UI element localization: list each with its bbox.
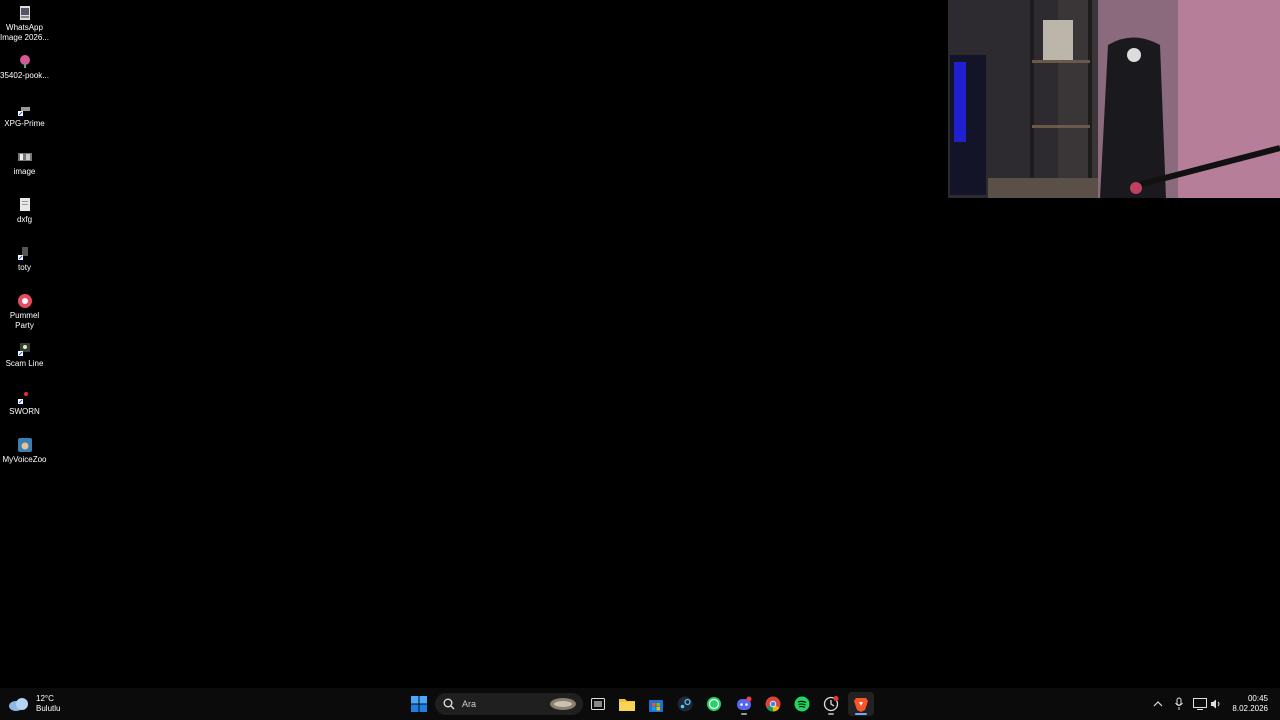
- desktop-icon-label: 35402-pook...: [0, 71, 49, 80]
- game-icon: [17, 342, 32, 356]
- image-file-icon: [18, 6, 32, 20]
- desktop-icon-pook[interactable]: 35402-pook...: [0, 54, 49, 81]
- app-icon: [17, 438, 32, 452]
- desktop-icon-label: image: [13, 167, 36, 176]
- display-button[interactable]: [1192, 696, 1208, 712]
- clock-date: 8.02.2026: [1232, 704, 1268, 713]
- active-indicator: [855, 713, 867, 715]
- game-icon: [17, 390, 32, 404]
- desktop-icon-image[interactable]: image: [0, 150, 49, 177]
- desktop: WhatsApp Image 2026... 35402-pook... XPG…: [0, 0, 1280, 688]
- desktop-icon-sworn[interactable]: SWORN: [0, 390, 49, 417]
- whatsapp-icon: [707, 697, 721, 711]
- desktop-icon-whatsapp-image[interactable]: WhatsApp Image 2026...: [0, 6, 49, 43]
- spotify-button[interactable]: [789, 692, 815, 716]
- task-view-button[interactable]: [585, 692, 611, 716]
- running-indicator: [741, 713, 747, 715]
- app-button[interactable]: [818, 692, 844, 716]
- desktop-icon-label: WhatsApp Image 2026...: [0, 23, 49, 42]
- microphone-icon: [1175, 697, 1183, 710]
- weather-condition: Bulutlu: [36, 704, 61, 713]
- desktop-icon-label: XPG-Prime: [4, 119, 45, 128]
- search-icon: [443, 698, 455, 710]
- desktop-icon-label: Scam Line: [5, 359, 44, 368]
- weather-temperature: 12°C: [36, 694, 54, 703]
- document-icon: [18, 198, 32, 212]
- steam-button[interactable]: [672, 692, 698, 716]
- windows-start-icon: [411, 696, 427, 712]
- clock-time: 00:45: [1247, 694, 1268, 703]
- whatsapp-button[interactable]: [701, 692, 727, 716]
- start-button[interactable]: [406, 692, 432, 716]
- desktop-icon-myvoicezoo[interactable]: MyVoiceZoo: [0, 438, 49, 465]
- discord-icon: [737, 696, 752, 710]
- spotify-icon: [794, 696, 810, 712]
- webcam-scene: [948, 0, 1280, 198]
- taskbar: 12°C Bulutlu Ara 00:45 8.02.2026: [0, 688, 1280, 720]
- chrome-button[interactable]: [760, 692, 786, 716]
- cloud-icon: [9, 698, 28, 711]
- running-indicator: [828, 713, 834, 715]
- flower-image-icon: [18, 54, 32, 68]
- desktop-icon-label: SWORN: [9, 407, 40, 416]
- chevron-up-icon: [1153, 701, 1163, 707]
- brave-icon: [854, 698, 868, 712]
- desktop-icon-pummel-party[interactable]: Pummel Party: [0, 294, 49, 331]
- chrome-icon: [765, 696, 781, 712]
- shortcut-icon: [17, 246, 32, 260]
- volume-icon: [1211, 699, 1220, 709]
- show-hidden-icons-button[interactable]: [1150, 696, 1166, 712]
- desktop-icon-toty[interactable]: toty: [0, 246, 49, 273]
- discord-button[interactable]: [731, 692, 757, 716]
- shortcut-icon: [17, 102, 32, 116]
- search-highlight-image: [550, 698, 576, 710]
- brave-button[interactable]: [848, 692, 874, 716]
- webcam-overlay: [948, 0, 1280, 198]
- desktop-icon-label: dxfg: [16, 215, 33, 224]
- display-icon: [1193, 698, 1207, 710]
- app-icon: [823, 696, 839, 712]
- store-icon: [649, 700, 663, 712]
- desktop-icon-label: toty: [18, 263, 31, 272]
- taskbar-search[interactable]: Ara: [435, 693, 583, 715]
- volume-button[interactable]: [1208, 696, 1224, 712]
- system-clock[interactable]: 00:45 8.02.2026: [1232, 694, 1268, 714]
- desktop-icon-scam-line[interactable]: Scam Line: [0, 342, 49, 369]
- microphone-button[interactable]: [1171, 696, 1187, 712]
- search-placeholder: Ara: [462, 699, 477, 709]
- folder-icon: [619, 699, 635, 711]
- microsoft-store-button[interactable]: [643, 692, 669, 716]
- desktop-icon-dxfg[interactable]: dxfg: [0, 198, 49, 225]
- steam-icon: [677, 696, 693, 712]
- desktop-icon-xpg-prime[interactable]: XPG-Prime: [0, 102, 49, 129]
- weather-widget[interactable]: 12°C Bulutlu: [8, 692, 60, 716]
- game-icon: [17, 294, 32, 308]
- desktop-icon-label: Pummel Party: [9, 311, 40, 330]
- desktop-icon-label: MyVoiceZoo: [2, 455, 47, 464]
- image-file-icon: [17, 150, 32, 164]
- task-view-icon: [591, 698, 605, 710]
- file-explorer-button[interactable]: [614, 692, 640, 716]
